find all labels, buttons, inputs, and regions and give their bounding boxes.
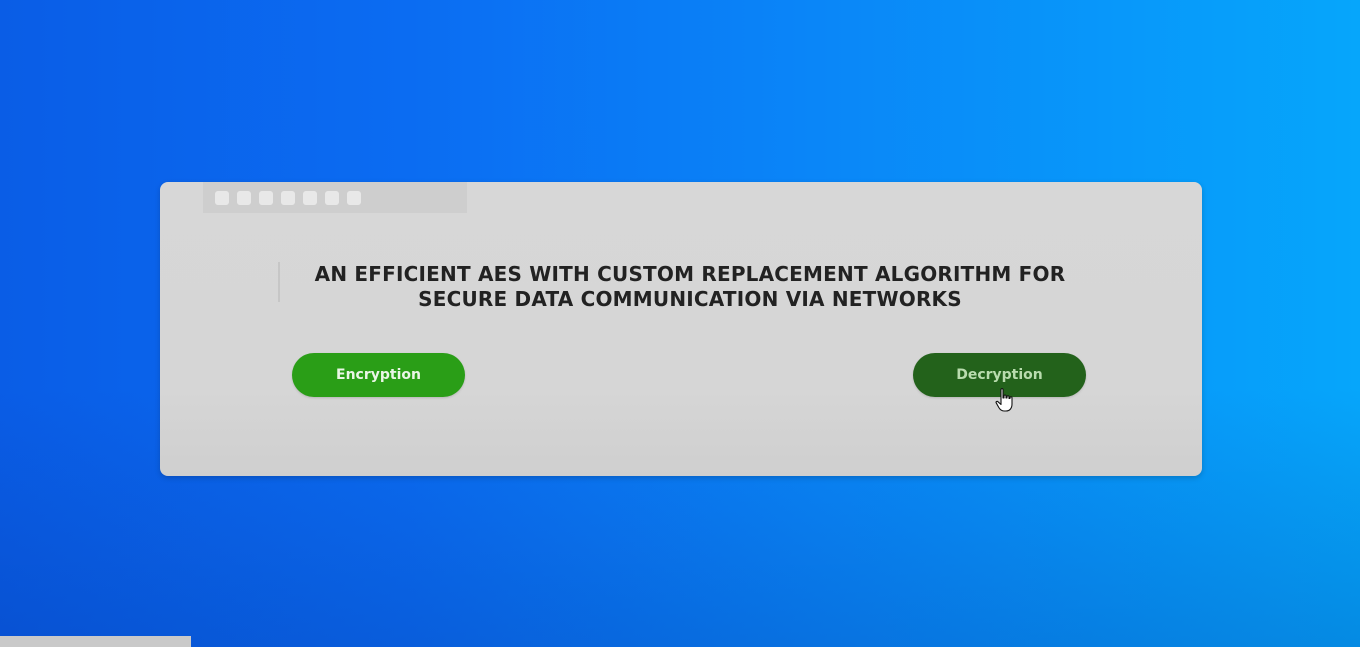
hand-pointer-icon (995, 388, 1013, 412)
faded-toolbar-icon (281, 190, 295, 205)
faded-toolbar-icon (347, 190, 361, 205)
page-title: AN EFFICIENT AES WITH CUSTOM REPLACEMENT… (314, 262, 1066, 311)
taskbar-sliver (0, 636, 191, 647)
main-card: AN EFFICIENT AES WITH CUSTOM REPLACEMENT… (160, 182, 1202, 476)
faded-toolbar-icon (325, 190, 339, 205)
encryption-button[interactable]: Encryption (292, 353, 465, 397)
faded-toolbar-icon (215, 190, 229, 205)
faded-toolbar-icon (237, 190, 251, 205)
title-divider (278, 262, 280, 302)
faded-toolbar (203, 182, 467, 213)
faded-toolbar-icon (259, 190, 273, 205)
faded-toolbar-icon (303, 190, 317, 205)
